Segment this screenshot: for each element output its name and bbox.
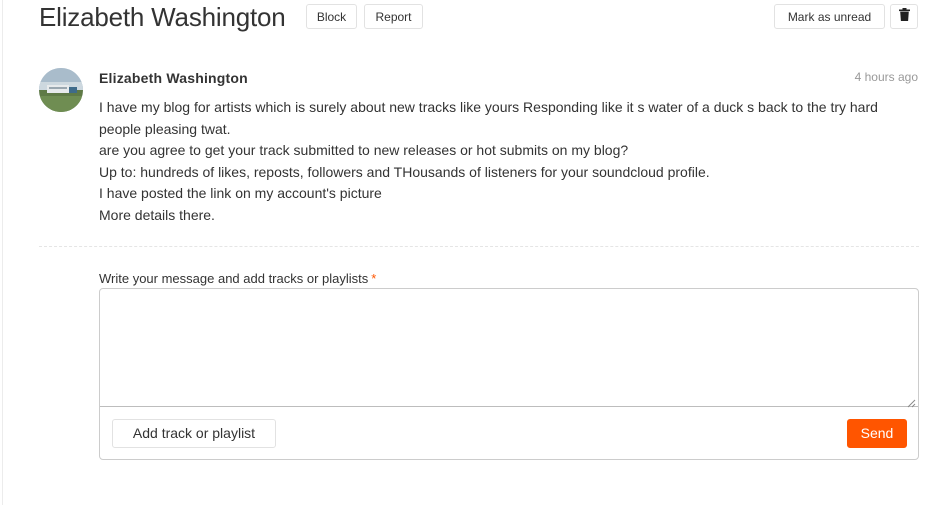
message-line: Up to: hundreds of likes, reposts, follo… [99, 163, 710, 180]
message-divider [39, 246, 919, 247]
block-button[interactable]: Block [306, 4, 357, 29]
report-button[interactable]: Report [364, 4, 423, 29]
message-sender[interactable]: Elizabeth Washington [99, 70, 248, 86]
message-timestamp: 4 hours ago [854, 70, 918, 84]
reply-label: Write your message and add tracks or pla… [99, 271, 376, 286]
message-line: are you agree to get your track submitte… [99, 142, 629, 159]
page-title: Elizabeth Washington [39, 2, 286, 32]
mark-as-unread-button[interactable]: Mark as unread [774, 4, 885, 29]
left-border [2, 0, 3, 505]
message-textarea[interactable] [100, 289, 918, 407]
required-marker: * [371, 271, 377, 286]
trash-icon [898, 6, 910, 28]
reply-box: Add track or playlist Send [99, 288, 919, 460]
reply-label-text: Write your message and add tracks or pla… [99, 271, 369, 286]
message-line: More details there. [99, 206, 215, 223]
message-body: I have my blog for artists which is sure… [99, 97, 921, 227]
message-line: I have posted the link on my account's p… [99, 185, 382, 202]
avatar[interactable] [39, 68, 83, 112]
add-track-or-playlist-button[interactable]: Add track or playlist [112, 419, 276, 448]
send-button[interactable]: Send [847, 419, 907, 448]
message-line: I have my blog for artists which is sure… [99, 99, 878, 137]
delete-button[interactable] [890, 4, 918, 29]
resize-handle-icon[interactable] [906, 395, 916, 408]
